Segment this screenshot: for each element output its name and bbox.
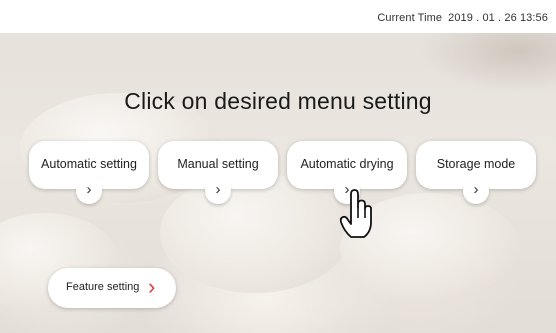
- feature-setting-button[interactable]: Feature setting ›: [48, 268, 176, 308]
- chevron-right-icon: ›: [148, 274, 156, 299]
- manual-setting-button[interactable]: Manual setting ›: [158, 141, 278, 204]
- current-time-value: 2019 . 01 . 26 13:56: [448, 12, 548, 24]
- current-time-label: Current Time: [377, 12, 443, 24]
- chevron-right-icon: ›: [86, 181, 92, 198]
- chevron-right-icon: ›: [215, 181, 221, 198]
- menu-item-label: Automatic drying: [300, 157, 394, 171]
- feature-setting-label: Feature setting: [66, 281, 140, 293]
- menu-item-tab: ›: [457, 172, 495, 204]
- automatic-setting-button[interactable]: Automatic setting ›: [29, 141, 149, 204]
- background-flour: [420, 33, 556, 93]
- hand-pointer-icon: [339, 189, 372, 238]
- storage-mode-button[interactable]: Storage mode ›: [416, 141, 536, 204]
- automatic-drying-button[interactable]: Automatic drying ›: [287, 141, 407, 204]
- menu-item-tab: ›: [199, 172, 237, 204]
- current-time: Current Time 2019 . 01 . 26 13:56: [377, 12, 548, 24]
- menu-item-label: Manual setting: [177, 157, 259, 171]
- chevron-right-icon: ›: [473, 181, 479, 198]
- background-dough: [160, 173, 350, 293]
- status-bar: Current Time 2019 . 01 . 26 13:56: [0, 0, 556, 33]
- menu-item-label: Storage mode: [436, 157, 516, 171]
- main-screen: Click on desired menu setting Automatic …: [0, 33, 556, 333]
- menu-item-tab: ›: [70, 172, 108, 204]
- page-title: Click on desired menu setting: [124, 88, 432, 114]
- menu-item-label: Automatic setting: [41, 157, 137, 171]
